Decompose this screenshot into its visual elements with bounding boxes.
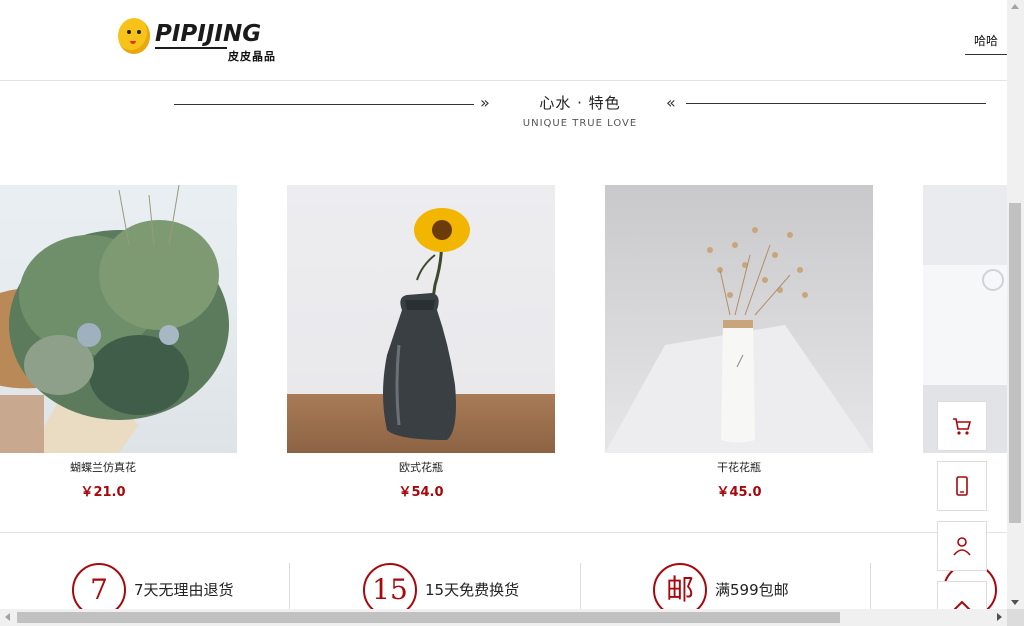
scroll-down-icon[interactable] — [1011, 600, 1019, 605]
logo-subtext: 皮皮晶品 — [228, 50, 276, 63]
product-image[interactable] — [605, 185, 873, 453]
back-to-top-button[interactable] — [937, 581, 987, 611]
product-name[interactable]: 蝴蝶兰仿真花 — [0, 459, 237, 475]
logo-mascot-icon — [118, 18, 150, 54]
product-image[interactable] — [0, 185, 237, 453]
product-price: ￥54.0 — [398, 485, 444, 500]
product-image[interactable] — [287, 185, 555, 453]
logo-text: PIPIJING — [155, 21, 262, 47]
phone-icon — [956, 476, 968, 496]
product-price: ￥21.0 — [80, 485, 126, 500]
cart-icon — [953, 418, 972, 435]
section-title-block: » 心水 · 特色 UNIQUE TRUE LOVE « — [0, 88, 1007, 138]
vertical-scroll-thumb[interactable] — [1009, 203, 1021, 523]
service-text: 15天免费换货 — [425, 581, 520, 599]
service-text: 7天无理由退货 — [134, 581, 234, 599]
scroll-up-icon[interactable] — [1011, 4, 1019, 9]
nav-link[interactable]: 哈哈 — [965, 30, 1007, 55]
vertical-scrollbar[interactable] — [1007, 0, 1024, 609]
user-button[interactable] — [937, 521, 987, 571]
product-card[interactable]: 欧式花瓶 ￥54.0 — [287, 185, 555, 500]
product-name[interactable]: 干花花瓶 — [605, 459, 873, 475]
product-card[interactable]: 干花花瓶 ￥45.0 — [605, 185, 873, 500]
section-divider — [0, 532, 1007, 533]
service-text: 满599包邮 — [715, 581, 789, 599]
horizontal-scroll-thumb[interactable] — [17, 612, 840, 623]
scroll-right-icon[interactable] — [997, 613, 1002, 621]
user-icon — [953, 537, 971, 556]
right-chevron: « — [666, 93, 676, 112]
divider-line-right — [686, 103, 986, 104]
service-separator — [289, 563, 290, 609]
product-name[interactable]: 欧式花瓶 — [287, 459, 555, 475]
section-subtitle: UNIQUE TRUE LOVE — [522, 118, 638, 129]
mobile-button[interactable] — [937, 461, 987, 511]
service-separator — [870, 563, 871, 609]
service-separator — [580, 563, 581, 609]
horizontal-scrollbar[interactable] — [0, 609, 1007, 626]
logo[interactable]: PIPIJING 皮皮晶品 — [118, 18, 293, 66]
cart-button[interactable] — [937, 401, 987, 451]
scroll-left-icon[interactable] — [5, 613, 10, 621]
left-chevron: » — [480, 93, 490, 112]
header: PIPIJING 皮皮晶品 哈哈 — [0, 0, 1007, 81]
product-price: ￥45.0 — [716, 485, 762, 500]
product-card[interactable]: 蝴蝶兰仿真花 ￥21.0 — [0, 185, 237, 500]
section-title: 心水 · 特色 — [539, 94, 621, 112]
divider-line-left — [174, 104, 474, 105]
scrollbar-corner — [1007, 609, 1024, 626]
